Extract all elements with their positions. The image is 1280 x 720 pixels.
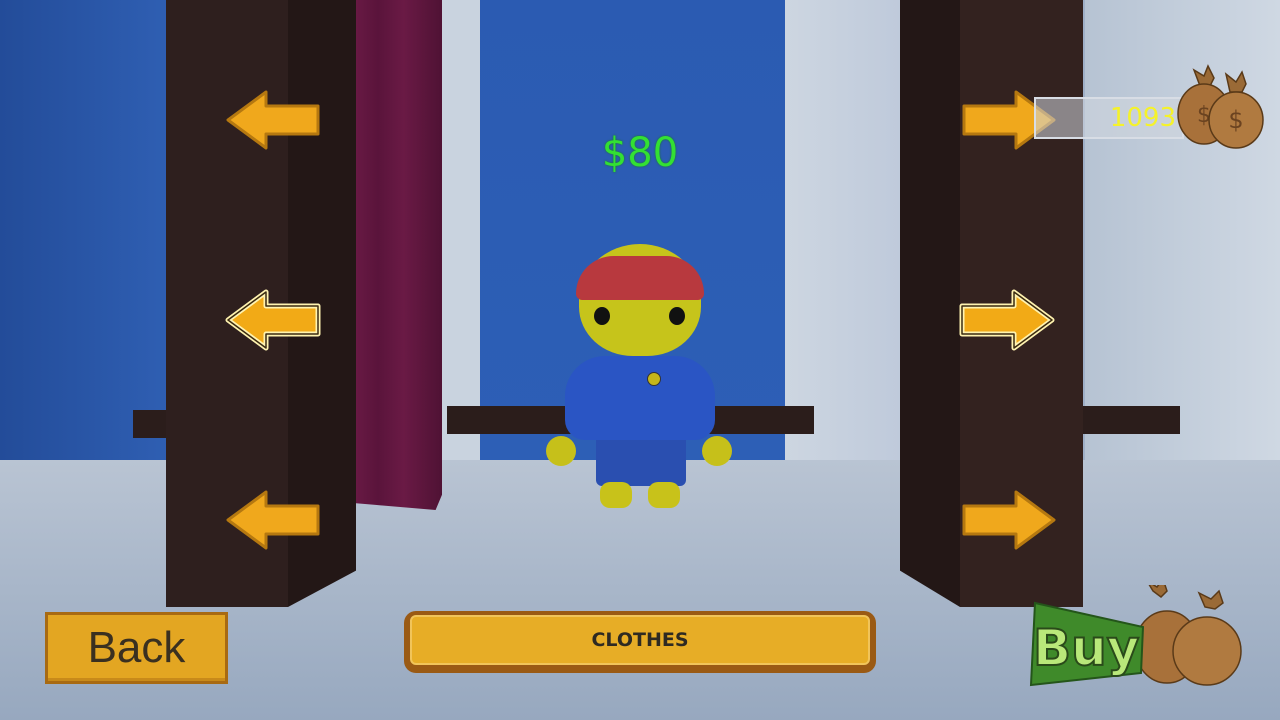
character-eye-left — [594, 307, 610, 325]
money-bag-icon: $ $ — [1172, 62, 1267, 150]
item-price: $80 — [601, 130, 679, 176]
character-hand-right — [702, 436, 732, 466]
arrow-right-icon[interactable] — [954, 286, 1058, 354]
character-body — [565, 356, 715, 440]
character-hand-left — [546, 436, 576, 466]
svg-text:$: $ — [1228, 106, 1243, 134]
alcove-left-wall — [440, 0, 480, 470]
arrow-left-icon[interactable] — [222, 286, 326, 354]
money-value: 1093 — [1109, 103, 1176, 133]
shirt-emblem — [647, 372, 661, 386]
character-foot-left — [600, 482, 632, 508]
arrow-left-icon[interactable] — [222, 86, 326, 154]
shelf-right — [1080, 406, 1180, 434]
buy-button-label: Buy — [1033, 619, 1139, 677]
category-label: CLOTHES — [591, 629, 689, 651]
right-pillar-side — [900, 0, 960, 607]
arrow-right-icon[interactable] — [956, 486, 1060, 554]
character-eye-right — [669, 307, 685, 325]
back-button[interactable]: Back — [45, 612, 228, 684]
left-wall — [0, 0, 170, 520]
character-foot-right — [648, 482, 680, 508]
buy-button[interactable]: Buy — [1025, 577, 1250, 690]
category-bar-inner[interactable]: CLOTHES — [410, 615, 870, 665]
arrow-left-icon[interactable] — [222, 486, 326, 554]
character-headband — [576, 256, 704, 300]
back-button-label: Back — [87, 623, 186, 672]
